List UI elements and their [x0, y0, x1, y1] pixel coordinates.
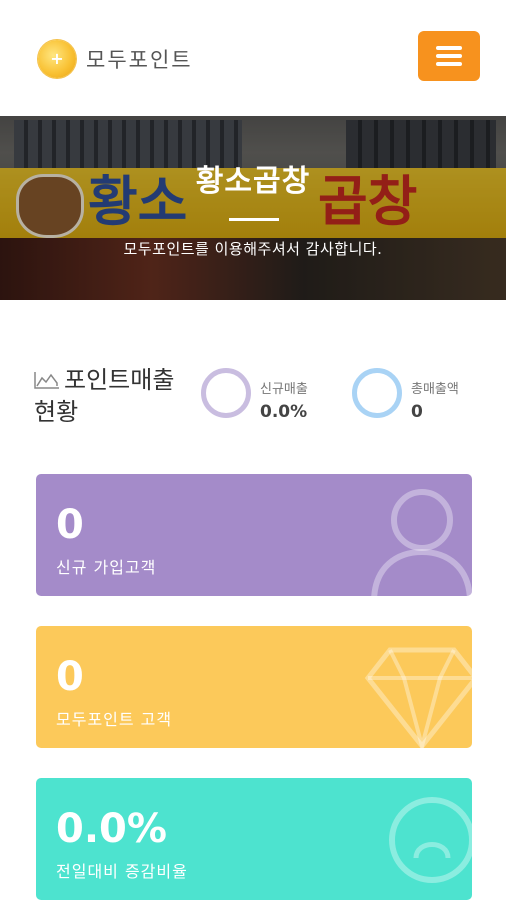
card-new-members[interactable]: 0 신규 가입고객 [36, 474, 472, 596]
brand-name[interactable]: 모두포인트 [86, 44, 193, 74]
store-title: 황소곱창 [195, 164, 311, 199]
card-value: 0.0% [56, 806, 167, 852]
hero-banner: 황소 곱창 황소곱창 모두포인트를 이용해주셔서 감사합니다. [0, 116, 506, 300]
progress-ring [352, 368, 402, 418]
plus-coin-icon[interactable]: + [38, 40, 76, 78]
hamburger-menu-icon [436, 46, 462, 50]
stat-label: 신규매출 [260, 382, 308, 397]
lightbulb-icon [389, 797, 472, 883]
card-point-customers[interactable]: 0 모두포인트 고객 [36, 626, 472, 748]
card-label: 모두포인트 고객 [56, 710, 173, 729]
card-label: 신규 가입고객 [56, 558, 157, 577]
diamond-icon [364, 647, 472, 748]
stat-value: 0 [411, 402, 423, 422]
area-chart-icon [34, 372, 59, 389]
stat-value: 0.0% [260, 402, 308, 422]
menu-button[interactable] [418, 31, 480, 81]
overview-title: 포인트매출현황 [34, 366, 175, 426]
title-underline [229, 218, 279, 221]
user-icon [371, 489, 472, 596]
app-header: + 모두포인트 [0, 0, 506, 116]
card-daily-change[interactable]: 0.0% 전일대비 증감비율 [36, 778, 472, 900]
welcome-message: 모두포인트를 이용해주셔서 감사합니다. [123, 240, 383, 258]
card-label: 전일대비 증감비율 [56, 862, 188, 881]
progress-ring [201, 368, 251, 418]
card-value: 0 [56, 654, 84, 700]
stat-label: 총매출액 [411, 382, 459, 397]
card-value: 0 [56, 502, 84, 548]
